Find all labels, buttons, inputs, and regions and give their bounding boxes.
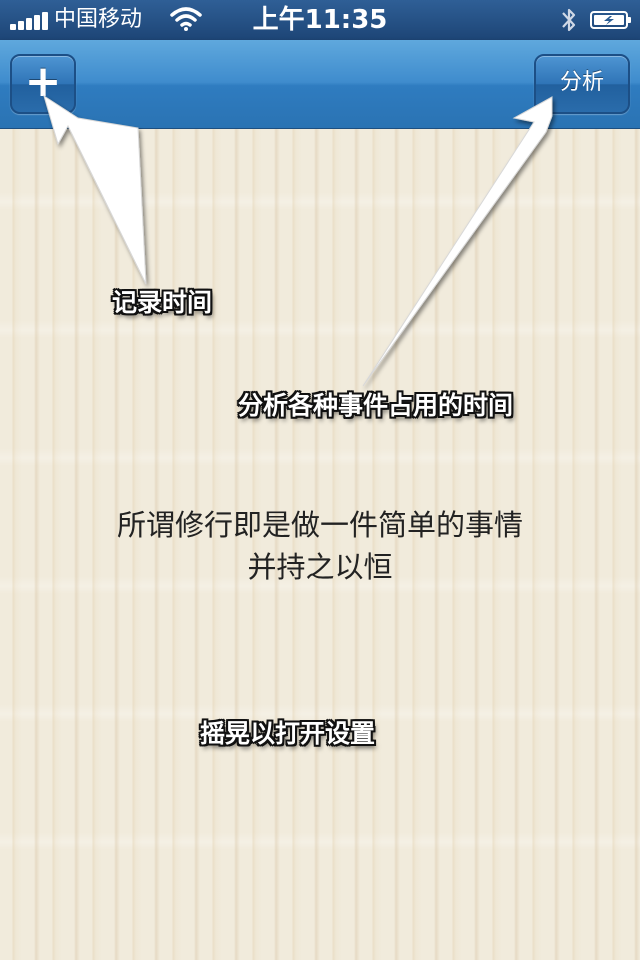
plus-icon: + [24, 56, 62, 107]
status-bar: 中国移动 上午11:35 [0, 0, 640, 40]
analyze-button-label: 分析 [559, 70, 604, 95]
motto-line-1: 所谓修行即是做一件简单的事情 [116, 508, 523, 542]
app-screen: 中国移动 上午11:35 + 分析 记录时间 分析各种事件占用的时间 所谓修行即… [0, 0, 640, 960]
motto: 所谓修行即是做一件简单的事情 并持之以恒 [0, 504, 640, 588]
hint-analyze-time: 分析各种事件占用的时间 [238, 391, 514, 420]
hint-shake-settings: 摇晃以打开设置 [200, 719, 376, 748]
status-time: 上午11:35 [252, 5, 388, 35]
navigation-bar: + 分析 [0, 40, 640, 129]
analyze-button[interactable]: 分析 [534, 54, 630, 114]
add-record-button[interactable]: + [10, 54, 76, 114]
bluetooth-icon [562, 8, 576, 32]
motto-line-2: 并持之以恒 [247, 550, 393, 584]
battery-charging-icon [590, 11, 631, 29]
hint-record-time: 记录时间 [112, 288, 213, 317]
